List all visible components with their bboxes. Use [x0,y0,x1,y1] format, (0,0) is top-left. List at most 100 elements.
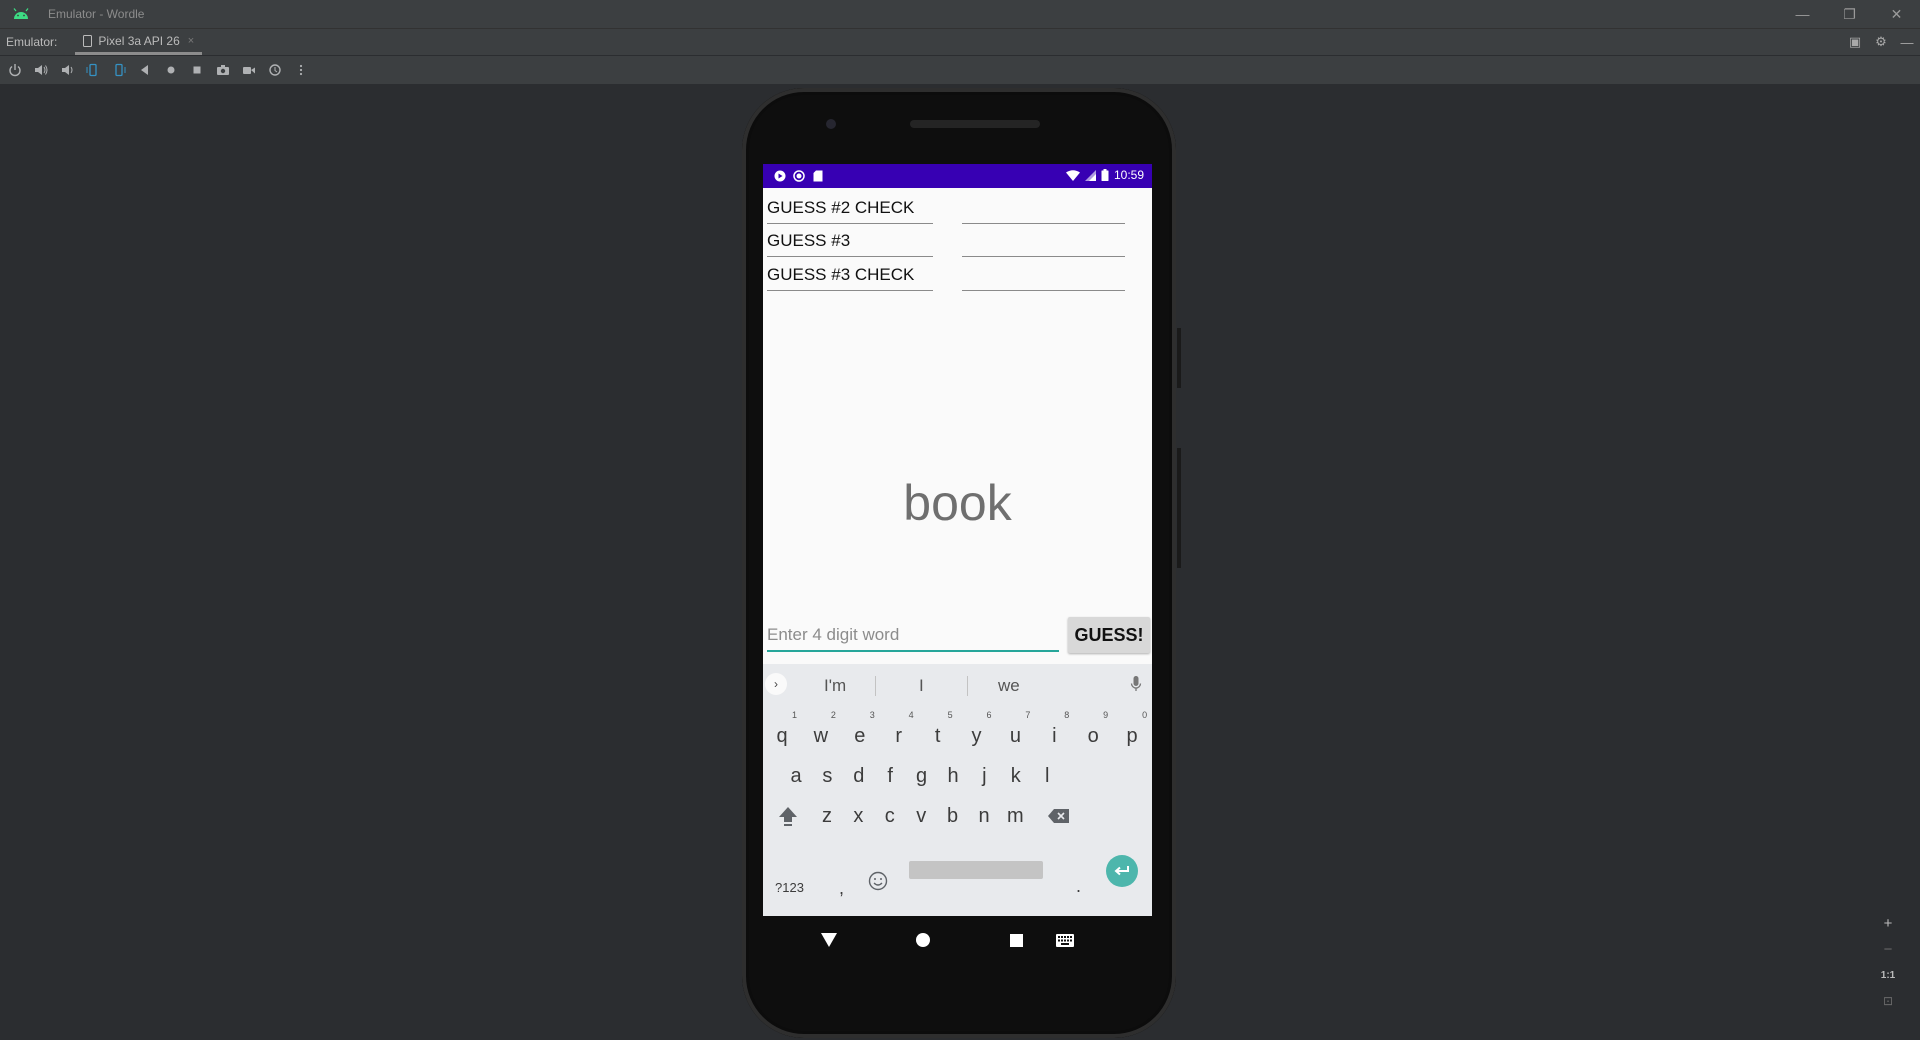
key-hint: 0 [1142,710,1148,720]
actual-size-button[interactable]: 1:1 [1874,962,1902,988]
more-icon[interactable] [290,59,312,81]
rotate-right-icon[interactable] [108,59,130,81]
device-frame: 10:59 GUESS #2 CHECK GUESS #3 GUESS #3 C… [742,88,1181,1038]
guess-value-field[interactable] [962,192,1125,224]
earpiece-speaker [910,120,1040,128]
key-label: i [1052,725,1057,747]
screenshot-icon[interactable] [212,59,234,81]
tab-device-label: Pixel 3a API 26 [98,33,180,48]
power-side-button [1177,328,1181,388]
zoom-in-button[interactable]: + [1874,910,1902,936]
suggestion[interactable]: we [998,676,1020,696]
period-key[interactable]: . [1076,876,1081,897]
recents-square-icon[interactable] [1010,934,1023,947]
tab-device[interactable]: Pixel 3a API 26 × [75,29,203,55]
emoji-icon[interactable] [868,871,888,894]
home-icon[interactable] [160,59,182,81]
device-screen: 10:59 GUESS #2 CHECK GUESS #3 GUESS #3 C… [763,164,1152,916]
restore-icon[interactable]: ❐ [1826,0,1873,28]
guess-value-field[interactable] [962,259,1125,291]
guess-row: GUESS #3 [767,225,1127,257]
guess-button[interactable]: GUESS! [1068,617,1150,653]
key-r[interactable]: r4 [880,710,918,756]
volume-down-icon[interactable] [56,59,78,81]
tab-bar-actions: ▣ ⚙ — [1842,29,1920,55]
guess-label: GUESS #2 CHECK [767,192,933,224]
back-icon[interactable] [134,59,156,81]
snapshot-icon[interactable] [264,59,286,81]
sd-card-icon [811,169,824,182]
key-w[interactable]: w2 [802,710,840,756]
guess-label: GUESS #3 [767,225,933,257]
enter-key[interactable] [1106,855,1138,887]
battery-icon [1101,169,1109,181]
key-hint: 8 [1064,710,1070,720]
space-key[interactable] [909,861,1043,879]
chevron-right-icon[interactable]: › [765,673,787,695]
key-hint: 1 [791,710,797,720]
word-input-field[interactable] [767,620,1059,652]
key-e[interactable]: e3 [841,710,879,756]
signal-icon [1084,169,1096,181]
back-triangle-icon[interactable] [821,933,837,947]
key-label: w [813,725,829,747]
hide-panel-icon[interactable]: — [1894,29,1920,55]
sync-icon [792,169,805,182]
zoom-out-button[interactable]: − [1874,936,1902,962]
enter-arrow-icon [1114,866,1129,876]
suggestion[interactable]: I'm [824,676,846,696]
tab-close-icon[interactable]: × [188,35,194,47]
key-t[interactable]: t5 [919,710,957,756]
shift-key[interactable] [769,796,807,836]
key-o[interactable]: o9 [1074,710,1112,756]
microphone-icon[interactable] [1130,675,1142,693]
backspace-key[interactable] [1040,796,1078,836]
key-y[interactable]: y6 [958,710,996,756]
key-p[interactable]: p0 [1113,710,1151,756]
close-icon[interactable]: ✕ [1873,0,1920,28]
suggestion[interactable]: I [919,676,924,696]
key-u[interactable]: u7 [996,710,1034,756]
target-word: book [903,475,1012,531]
key-hint: 5 [947,710,953,720]
status-bar: 10:59 [763,164,1152,188]
guess-row: GUESS #2 CHECK [767,192,1127,224]
emulator-toolbar [0,56,1920,84]
settings-gear-icon[interactable]: ⚙ [1868,29,1894,55]
key-label: y [971,725,982,747]
key-q[interactable]: q1 [763,710,801,756]
key-hint: 6 [986,710,992,720]
power-icon[interactable] [4,59,26,81]
layout-icon[interactable]: ▣ [1842,29,1868,55]
comma-key[interactable]: , [839,878,844,899]
fit-screen-icon[interactable]: ⊡ [1874,988,1902,1014]
zoom-controls: + − 1:1 ⊡ [1874,910,1902,1020]
overview-icon[interactable] [186,59,208,81]
key-l[interactable]: l [1028,756,1066,796]
symbols-key[interactable]: ?123 [775,880,804,895]
guess-row: GUESS #3 CHECK [767,259,1127,291]
android-icon [13,8,29,19]
volume-side-button [1177,448,1181,568]
divider [875,676,876,696]
soft-keyboard: › I'm I we q1w2e3r4t5y6u7i8o9p0 asdfghjk… [763,664,1152,916]
key-label: r [895,725,903,747]
keyboard-icon[interactable] [1056,934,1074,947]
device-icon [83,34,93,47]
navigation-bar [763,916,1152,966]
record-icon[interactable] [238,59,260,81]
minimize-icon[interactable]: — [1779,0,1826,28]
key-i[interactable]: i8 [1035,710,1073,756]
key-m[interactable]: m [996,796,1034,836]
emulator-label: Emulator: [6,35,58,49]
key-hint: 4 [908,710,914,720]
guess-value-field[interactable] [962,225,1125,257]
title-bar: Emulator - Wordle — ❐ ✕ [0,0,1920,29]
emulator-tab-bar: Emulator: Pixel 3a API 26 × ▣ ⚙ — [0,29,1920,55]
volume-up-icon[interactable] [30,59,52,81]
home-circle-icon[interactable] [916,933,930,947]
window-title: Emulator - Wordle [48,7,145,21]
key-hint: 3 [869,710,875,720]
rotate-left-icon[interactable] [82,59,104,81]
key-hint: 9 [1103,710,1109,720]
